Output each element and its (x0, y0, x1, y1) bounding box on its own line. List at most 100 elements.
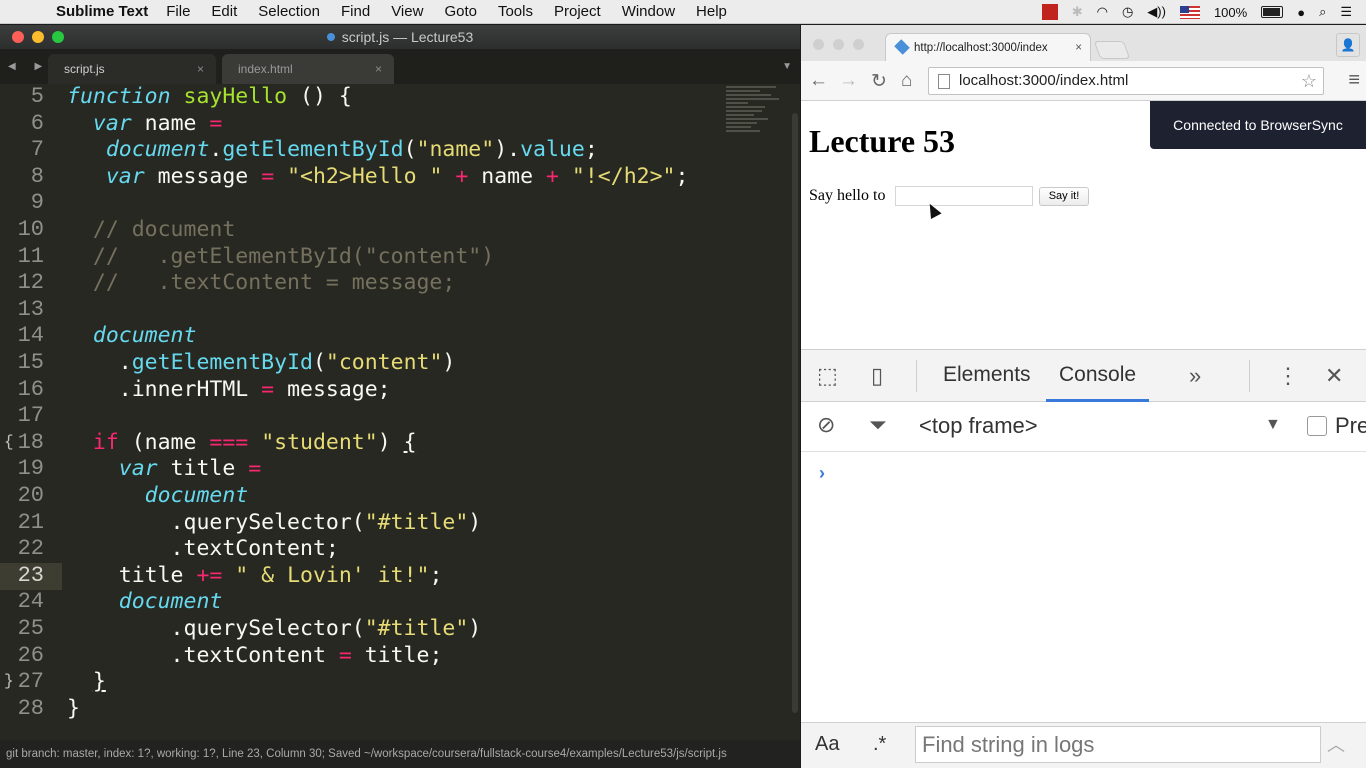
line-number: 25 (17, 616, 44, 641)
line-number: 11 (17, 243, 44, 269)
context-selector[interactable]: <top frame> (919, 413, 1038, 439)
close-window-button[interactable] (12, 31, 24, 43)
wifi-icon[interactable]: ◠ (1097, 4, 1108, 20)
code-editor[interactable]: 5 6 7 8 9 10 11 12 13 14 15 16 17 18 19 20 21 22 23 24 25 26 2… (0, 84, 790, 740)
tab-list-dropdown-icon[interactable]: ▼ (782, 61, 792, 72)
tab-index-html[interactable]: index.html × (222, 54, 394, 84)
line-number: 20 (17, 483, 44, 508)
tab-console[interactable]: Console (1046, 363, 1150, 402)
menu-view[interactable]: View (391, 3, 423, 20)
find-in-logs-input[interactable]: Find string in logs (915, 726, 1321, 763)
status-bar: git branch: master, index: 1?, working: … (0, 740, 800, 768)
user-icon[interactable]: ● (1297, 5, 1305, 20)
volume-icon[interactable]: ◀)) (1147, 4, 1166, 20)
console-output[interactable]: › (801, 453, 1366, 723)
tab-script-js[interactable]: script.js × (48, 54, 216, 84)
browser-tab[interactable]: http://localhost:3000/index × (885, 33, 1091, 61)
recording-icon[interactable] (1041, 4, 1058, 20)
battery-icon[interactable] (1261, 6, 1284, 18)
match-case-button[interactable]: Aa (815, 733, 839, 756)
line-number: 12 (17, 270, 44, 296)
code-line: .querySelector("#title") (67, 616, 482, 641)
device-toolbar-icon[interactable]: ▯ (871, 363, 883, 389)
menu-file[interactable]: File (166, 3, 190, 20)
close-window-button[interactable] (813, 39, 824, 50)
filter-icon[interactable]: ⏷ (869, 412, 887, 438)
menu-help[interactable]: Help (696, 3, 727, 20)
line-number: 24 (17, 589, 44, 615)
say-it-button[interactable]: Say it! (1039, 187, 1089, 206)
spotlight-search-icon[interactable]: ⌕ (1319, 4, 1326, 20)
line-number: 15 (17, 350, 44, 375)
menu-selection[interactable]: Selection (258, 3, 320, 20)
preserve-log-checkbox[interactable] (1307, 416, 1327, 436)
page-info-icon[interactable] (938, 74, 950, 89)
code-line: document (144, 483, 249, 508)
clear-console-icon[interactable]: ⊘ (817, 412, 835, 438)
line-number: 13 (17, 296, 44, 322)
close-tab-icon[interactable]: × (375, 62, 382, 76)
code-line: // document (67, 217, 236, 242)
chrome-menu-icon[interactable]: ≡ (1348, 69, 1360, 92)
name-input[interactable] (895, 186, 1033, 206)
fold-marker-icon[interactable]: } (4, 672, 14, 690)
favicon-icon (894, 39, 910, 55)
input-source-flag-icon[interactable] (1179, 5, 1200, 19)
close-tab-icon[interactable]: × (197, 62, 204, 76)
code-line: .textContent = title; (67, 642, 443, 668)
more-tabs-icon[interactable]: » (1189, 363, 1201, 389)
chrome-tab-strip: http://localhost:3000/index × 👤 (801, 25, 1366, 61)
devtools-tab-bar: ⬚ ▯ Elements Console » ⋮ ✕ (801, 350, 1366, 402)
forward-icon[interactable]: → (839, 70, 858, 92)
sublime-titlebar: script.js — Lecture53 (0, 25, 800, 49)
code-line: .getElementById("content") (67, 350, 456, 375)
notification-center-icon[interactable]: ☰ (1340, 4, 1352, 20)
tab-elements[interactable]: Elements (943, 363, 1031, 387)
profile-icon[interactable]: 👤 (1336, 33, 1360, 57)
reload-icon[interactable]: ↻ (871, 70, 887, 93)
battery-percent[interactable]: 100% (1214, 5, 1247, 20)
close-devtools-icon[interactable]: ✕ (1325, 363, 1343, 389)
tab-nav-arrows-icon[interactable]: ◀ ▶ (8, 61, 50, 72)
devtools-menu-icon[interactable]: ⋮ (1277, 363, 1299, 389)
context-dropdown-icon[interactable]: ▼ (1265, 416, 1281, 434)
line-number: 10 (17, 217, 44, 242)
code-line: } (92, 669, 106, 695)
menu-project[interactable]: Project (554, 3, 601, 20)
menu-find[interactable]: Find (341, 3, 370, 20)
fold-marker-icon[interactable]: { (4, 433, 14, 451)
console-search-bar: Aa .* Find string in logs ︿ (801, 722, 1366, 768)
chrome-toolbar: ← → ↻ ⌂ localhost:3000/index.html ☆ ≡ (801, 61, 1366, 101)
code-line: .querySelector("#title") (67, 509, 482, 535)
inspect-element-icon[interactable]: ⬚ (817, 363, 838, 389)
minimize-window-button[interactable] (833, 39, 844, 50)
minimize-window-button[interactable] (32, 31, 44, 43)
menu-tools[interactable]: Tools (498, 3, 533, 20)
line-number: 9 (30, 190, 44, 216)
search-up-icon[interactable]: ︿ (1327, 731, 1345, 757)
back-icon[interactable]: ← (809, 70, 828, 92)
console-prompt-icon: › (819, 463, 825, 483)
bluetooth-icon[interactable]: ✱ (1072, 4, 1083, 20)
menu-app-name[interactable]: Sublime Text (56, 3, 148, 20)
address-bar[interactable]: localhost:3000/index.html ☆ (928, 67, 1324, 95)
close-tab-icon[interactable]: × (1075, 42, 1082, 54)
home-icon[interactable]: ⌂ (901, 70, 912, 92)
time-machine-icon[interactable]: ◷ (1122, 4, 1133, 20)
zoom-window-button[interactable] (52, 31, 64, 43)
menu-window[interactable]: Window (622, 3, 675, 20)
zoom-window-button[interactable] (853, 39, 864, 50)
regex-button[interactable]: .* (873, 733, 886, 756)
menu-goto[interactable]: Goto (444, 3, 477, 20)
new-tab-button[interactable] (1093, 41, 1131, 59)
menu-edit[interactable]: Edit (211, 3, 237, 20)
code-line: // .getElementById("content") (67, 243, 495, 269)
code-line: // .textContent = message; (67, 270, 456, 296)
editor-scrollbar[interactable] (792, 113, 798, 713)
bookmark-star-icon[interactable]: ☆ (1301, 68, 1317, 94)
code-line: var name = (92, 110, 223, 136)
minimap[interactable] (726, 84, 782, 144)
